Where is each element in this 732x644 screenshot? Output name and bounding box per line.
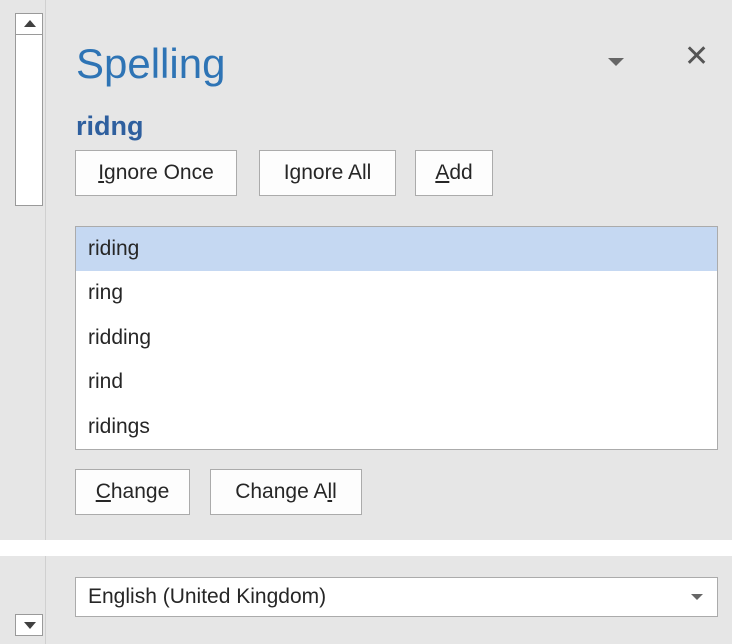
ignore-all-button[interactable]: Ignore All — [259, 150, 396, 196]
language-dropdown-value: English (United Kingdom) — [88, 585, 327, 608]
ignore-once-button[interactable]: Ignore Once — [75, 150, 237, 196]
ignore-once-label-post: gnore Once — [104, 161, 214, 184]
change-all-label-post: l — [332, 480, 337, 503]
change-label-post: hange — [110, 480, 170, 503]
suggestion-item[interactable]: ring — [76, 271, 717, 315]
suggestions-list[interactable]: riding ring ridding rind ridings — [75, 226, 718, 450]
spelling-pane: Spelling ✕ ridng Ignore Once Ignore All … — [0, 0, 732, 644]
suggestion-item-selected[interactable]: riding — [76, 227, 717, 272]
add-label-post: dd — [449, 161, 473, 184]
add-to-dictionary-button[interactable]: Add — [415, 150, 493, 196]
scrollbar-thumb[interactable] — [15, 34, 43, 206]
suggestion-item[interactable]: ridding — [76, 316, 717, 360]
chevron-down-icon — [691, 594, 703, 600]
change-all-button[interactable]: Change All — [210, 469, 362, 515]
change-button[interactable]: Change — [75, 469, 190, 515]
scroll-down-arrow-icon[interactable] — [15, 614, 43, 636]
close-icon[interactable]: ✕ — [684, 40, 709, 74]
ignore-all-accesskey: g — [289, 161, 302, 184]
add-accesskey: A — [435, 161, 450, 184]
ignore-all-label-post: nore All — [301, 161, 372, 184]
change-accesskey: C — [95, 480, 111, 503]
pane-title: Spelling — [76, 40, 226, 87]
suggestion-item[interactable]: rind — [76, 360, 717, 404]
chevron-down-icon[interactable] — [608, 58, 624, 66]
misspelled-word: ridng — [76, 111, 144, 141]
suggestion-item[interactable]: ridings — [76, 405, 717, 449]
scroll-up-arrow-icon[interactable] — [15, 13, 43, 35]
language-dropdown[interactable]: English (United Kingdom) — [75, 577, 718, 617]
change-all-label-pre: Change A — [235, 480, 328, 503]
